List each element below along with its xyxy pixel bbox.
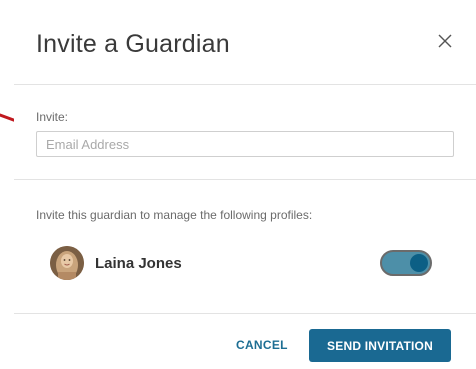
profile-name: Laina Jones <box>95 255 182 272</box>
invite-label: Invite: <box>36 110 69 124</box>
avatar-image-icon <box>50 246 84 280</box>
footer-divider <box>14 313 476 314</box>
send-invitation-button[interactable]: SEND INVITATION <box>309 329 451 362</box>
dialog-title: Invite a Guardian <box>36 30 230 58</box>
profile-toggle[interactable] <box>380 250 432 276</box>
profiles-heading: Invite this guardian to manage the follo… <box>36 208 313 222</box>
cancel-button[interactable]: CANCEL <box>236 338 288 352</box>
invite-guardian-dialog: Invite a Guardian Invite: Invite this gu… <box>14 0 476 369</box>
avatar <box>50 246 84 280</box>
email-address-input[interactable] <box>36 131 454 157</box>
header-divider <box>14 84 476 85</box>
toggle-knob <box>410 254 428 272</box>
profile-row-laina-jones: Laina Jones <box>50 246 440 282</box>
close-icon[interactable] <box>436 32 454 50</box>
invite-divider <box>14 179 476 180</box>
